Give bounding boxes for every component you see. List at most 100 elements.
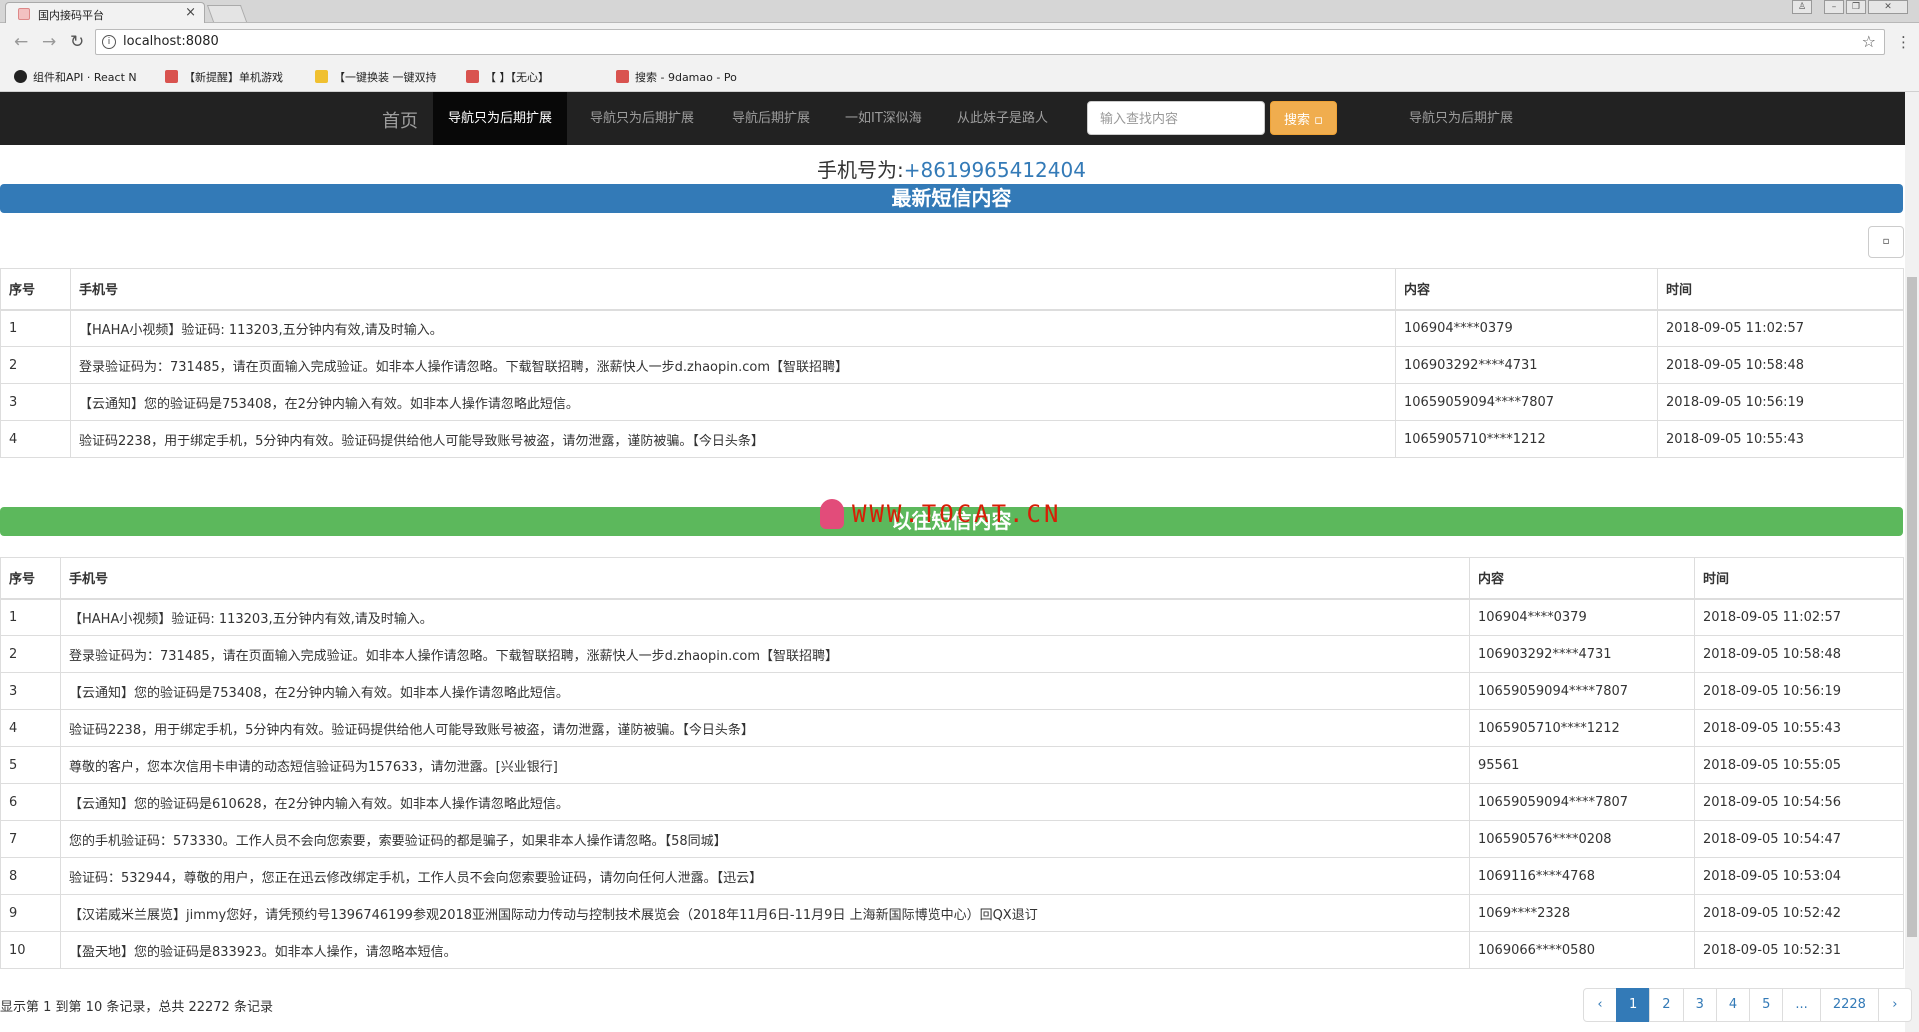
bookmark-item[interactable]: 搜索 - 9damao - Po [616, 69, 751, 85]
phone-label: 手机号为: [817, 158, 904, 182]
pagination-info: 显示第 1 到第 10 条记录，总共 22272 条记录 [0, 1000, 273, 1015]
page-button[interactable]: 4 [1715, 988, 1751, 1022]
forward-icon[interactable]: → [42, 32, 56, 52]
back-icon[interactable]: ← [14, 32, 28, 52]
cell-index: 4 [0, 709, 61, 747]
page-scrollbar[interactable] [1905, 92, 1919, 1032]
table-header-row: 序号 手机号 内容 时间 [0, 268, 1904, 311]
cell-sender: 95561 [1469, 746, 1695, 784]
bookmark-item[interactable]: 【新提醒】单机游戏 [165, 69, 300, 85]
cell-sender: 1069116****4768 [1469, 857, 1695, 895]
page-button[interactable]: 1 [1616, 988, 1651, 1022]
cell-time: 2018-09-05 10:55:43 [1657, 420, 1904, 458]
nav-link[interactable]: 一如IT深似海 [845, 92, 922, 145]
bookmarks-bar: 组件和API · React N 【新提醒】单机游戏 【一键换装 一键双持 【 … [0, 62, 1919, 92]
table-row: 4 验证码2238，用于绑定手机，5分钟内有效。验证码提供给他人可能导致账号被盗，… [0, 420, 1904, 458]
address-bar[interactable]: i localhost:8080 ☆ [95, 29, 1885, 55]
cell-sender: 10659059094****7807 [1469, 783, 1695, 821]
toggle-view-button[interactable]: ▫ [1868, 226, 1904, 258]
cell-index: 10 [0, 931, 61, 969]
nav-link[interactable]: 导航只为后期扩展 [590, 92, 694, 145]
minimize-icon[interactable]: – [1824, 0, 1844, 14]
site-navbar: 首页 导航只为后期扩展 导航只为后期扩展 导航后期扩展 一如IT深似海 从此妹子… [0, 92, 1905, 145]
browser-menu-icon[interactable]: ⋮ [1896, 33, 1911, 51]
pagination: ‹ 1 2 3 4 5... 2228 › [1583, 988, 1912, 1022]
history-sms-table: 序号 手机号 内容 时间 1 【HAHA小视频】验证码: 113203,五分钟内有… [0, 557, 1904, 969]
cell-sender: 1069****2328 [1469, 894, 1695, 932]
table-row: 7 您的手机验证码：573330。工作人员不会向您索要，索要验证码的都是骗子，如果… [0, 820, 1904, 858]
tab-close-icon[interactable]: × [185, 5, 196, 20]
close-window-icon[interactable]: ✕ [1868, 0, 1908, 14]
restore-icon[interactable]: ❐ [1846, 0, 1866, 14]
nav-home-link[interactable]: 首页 [382, 107, 418, 133]
table-row: 6 【云通知】您的验证码是610628，在2分钟内输入有效。如非本人操作请忽略此短… [0, 783, 1904, 821]
cat-logo-icon [820, 499, 844, 529]
cell-time: 2018-09-05 10:56:19 [1657, 383, 1904, 421]
cell-index: 1 [0, 598, 61, 636]
cell-index: 5 [0, 746, 61, 784]
prev-page-button[interactable]: ‹ [1583, 988, 1617, 1022]
bookmark-star-icon[interactable]: ☆ [1862, 32, 1876, 51]
cell-message: 【汉诺威米兰展览】jimmy您好，请凭预约号1396746199参观2018亚洲… [60, 894, 1470, 932]
cell-message: 【云通知】您的验证码是753408，在2分钟内输入有效。如非本人操作请忽略此短信… [60, 672, 1470, 710]
cell-time: 2018-09-05 10:53:04 [1694, 857, 1904, 895]
cell-sender: 1065905710****1212 [1469, 709, 1695, 747]
cell-sender: 10659059094****7807 [1395, 383, 1658, 421]
table-header-row: 序号 手机号 内容 时间 [0, 557, 1904, 600]
bookmark-item[interactable]: 组件和API · React N [14, 69, 149, 85]
scrollbar-thumb[interactable] [1907, 277, 1917, 937]
table-row: 2 登录验证码为：731485，请在页面输入完成验证。如非本人操作请忽略。下载智联… [0, 346, 1904, 384]
search-button[interactable]: 搜索 ▫ [1270, 101, 1337, 135]
cell-message: 登录验证码为：731485，请在页面输入完成验证。如非本人操作请忽略。下载智联招… [70, 346, 1396, 384]
cell-sender: 106904****0379 [1395, 309, 1658, 347]
table-row: 1 【HAHA小视频】验证码: 113203,五分钟内有效,请及时输入。 10690… [0, 598, 1904, 636]
new-tab-button[interactable] [206, 5, 248, 22]
bookmark-icon [165, 70, 178, 83]
page-button[interactable]: ... [1782, 988, 1821, 1022]
cell-index: 2 [0, 635, 61, 673]
browser-tab[interactable]: 国内接码平台 × [5, 2, 205, 24]
bookmark-item[interactable]: 【一键换装 一键双持 [315, 69, 450, 85]
cell-time: 2018-09-05 10:55:05 [1694, 746, 1904, 784]
table-row: 8 验证码：532944，尊敬的用户，您正在迅云修改绑定手机，工作人员不会向您索要… [0, 857, 1904, 895]
page-button[interactable]: 2228 [1819, 988, 1879, 1022]
table-row: 1 【HAHA小视频】验证码: 113203,五分钟内有效,请及时输入。 10690… [0, 309, 1904, 347]
page-button[interactable]: 3 [1682, 988, 1717, 1022]
cell-time: 2018-09-05 10:54:47 [1694, 820, 1904, 858]
bookmark-label: 搜索 - 9damao - Po [635, 71, 737, 84]
nav-link-right[interactable]: 导航只为后期扩展 [1409, 92, 1513, 145]
cell-message: 【HAHA小视频】验证码: 113203,五分钟内有效,请及时输入。 [70, 309, 1396, 347]
nav-link[interactable]: 从此妹子是路人 [957, 92, 1048, 145]
cell-message: 尊敬的客户，您本次信用卡申请的动态短信验证码为157633，请勿泄露。[兴业银行… [60, 746, 1470, 784]
browser-tabstrip: 国内接码平台 × ♙ – ❐ ✕ [0, 0, 1919, 24]
info-icon[interactable]: i [102, 35, 116, 49]
cell-message: 【HAHA小视频】验证码: 113203,五分钟内有效,请及时输入。 [60, 598, 1470, 636]
table-row: 10 【盈天地】您的验证码是833923。如非本人操作，请忽略本短信。 106906… [0, 931, 1904, 969]
cell-time: 2018-09-05 10:52:42 [1694, 894, 1904, 932]
cell-index: 1 [0, 309, 71, 347]
next-page-button[interactable]: › [1877, 988, 1912, 1022]
browser-toolbar: ← → ↻ i localhost:8080 ☆ ⋮ [0, 23, 1919, 62]
user-icon[interactable]: ♙ [1792, 0, 1812, 14]
table-row: 3 【云通知】您的验证码是753408，在2分钟内输入有效。如非本人操作请忽略此短… [0, 383, 1904, 421]
cell-message: 验证码2238，用于绑定手机，5分钟内有效。验证码提供给他人可能导致账号被盗，请… [70, 420, 1396, 458]
bookmark-label: 【新提醒】单机游戏 [184, 71, 283, 84]
page-button[interactable]: 5 [1749, 988, 1784, 1022]
url-text[interactable]: localhost:8080 [123, 34, 219, 49]
nav-link-active[interactable]: 导航只为后期扩展 [433, 92, 568, 145]
cell-sender: 1069066****0580 [1469, 931, 1695, 969]
nav-link[interactable]: 导航后期扩展 [732, 92, 810, 145]
phone-heading: 手机号为:+8619965412404 [0, 154, 1903, 183]
cell-index: 3 [0, 672, 61, 710]
cell-time: 2018-09-05 10:58:48 [1694, 635, 1904, 673]
phone-number: +8619965412404 [903, 158, 1086, 182]
bookmark-item[interactable]: 【 】【无心】 [466, 69, 601, 85]
table-row: 9 【汉诺威米兰展览】jimmy您好，请凭预约号1396746199参观2018亚… [0, 894, 1904, 932]
search-input[interactable] [1087, 101, 1265, 135]
reload-icon[interactable]: ↻ [70, 32, 84, 52]
page-button[interactable]: 2 [1649, 988, 1684, 1022]
cell-time: 2018-09-05 10:52:31 [1694, 931, 1904, 969]
watermark: WWW.TOCAT.CN [820, 499, 1061, 535]
col-header-time: 时间 [1657, 268, 1904, 311]
cell-index: 9 [0, 894, 61, 932]
